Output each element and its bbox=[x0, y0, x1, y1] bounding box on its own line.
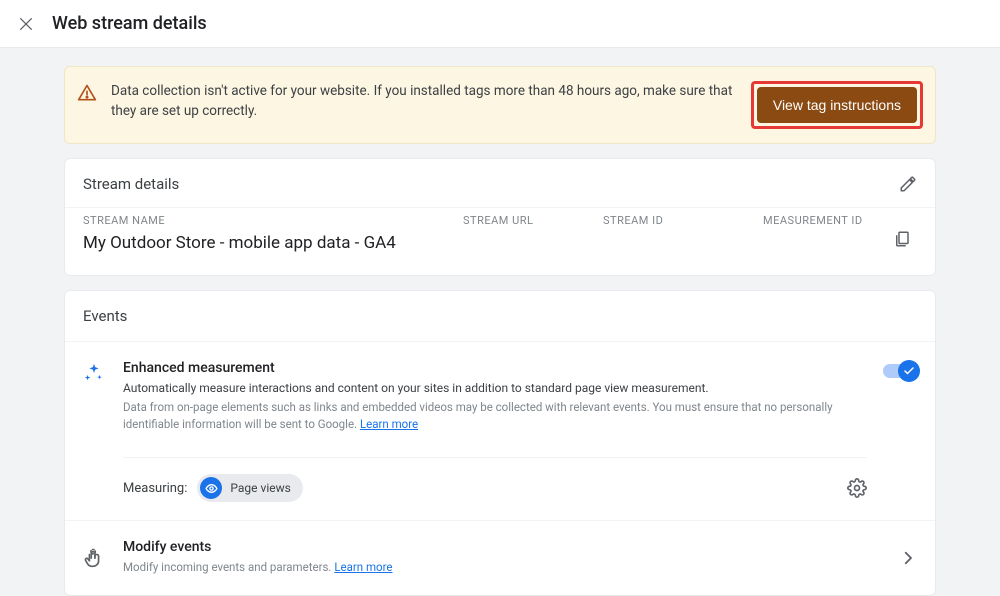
modify-desc-text: Modify incoming events and parameters. bbox=[123, 560, 334, 574]
edit-icon[interactable] bbox=[899, 175, 917, 193]
page-views-chip: Page views bbox=[197, 474, 302, 502]
view-tag-instructions-button[interactable]: View tag instructions bbox=[757, 87, 917, 123]
enhanced-measurement-item: Enhanced measurement Automatically measu… bbox=[65, 341, 935, 520]
topbar: Web stream details bbox=[0, 0, 1000, 48]
events-card: Events Enhanced measurement Automaticall… bbox=[64, 290, 936, 596]
chevron-right-icon bbox=[899, 549, 917, 567]
modify-events-item[interactable]: Modify events Modify incoming events and… bbox=[65, 520, 935, 594]
close-icon[interactable] bbox=[14, 12, 38, 36]
stream-details-card: Stream details STREAM NAME My Outdoor St… bbox=[64, 158, 936, 276]
events-header: Events bbox=[65, 291, 935, 341]
page-title: Web stream details bbox=[52, 13, 207, 34]
label-measurement-id: MEASUREMENT ID bbox=[763, 214, 887, 227]
value-stream-name: My Outdoor Store - mobile app data - GA4 bbox=[83, 233, 463, 253]
label-stream-id: STREAM ID bbox=[603, 214, 753, 227]
measuring-row: Measuring: Page views bbox=[123, 457, 867, 502]
enhanced-learn-more-link[interactable]: Learn more bbox=[360, 417, 418, 431]
gear-icon[interactable] bbox=[847, 478, 867, 498]
modify-learn-more-link[interactable]: Learn more bbox=[334, 560, 392, 574]
eye-icon bbox=[200, 477, 222, 499]
label-stream-name: STREAM NAME bbox=[83, 214, 463, 227]
measuring-label: Measuring: bbox=[123, 481, 187, 496]
stream-row: STREAM NAME My Outdoor Store - mobile ap… bbox=[65, 207, 935, 275]
sparkle-icon bbox=[83, 362, 107, 384]
stream-details-header: Stream details bbox=[65, 159, 935, 207]
enhanced-subtitle: Automatically measure interactions and c… bbox=[123, 380, 867, 397]
copy-icon[interactable] bbox=[893, 230, 911, 248]
stream-details-title: Stream details bbox=[83, 175, 179, 193]
warning-icon bbox=[77, 83, 97, 103]
toggle-knob-check-icon bbox=[898, 360, 920, 382]
enhanced-title: Enhanced measurement bbox=[123, 360, 867, 376]
data-collection-alert: Data collection isn't active for your we… bbox=[64, 66, 936, 144]
enhanced-desc: Data from on-page elements such as links… bbox=[123, 399, 867, 434]
touch-icon bbox=[83, 548, 107, 570]
enhanced-desc-text: Data from on-page elements such as links… bbox=[123, 400, 833, 431]
label-stream-url: STREAM URL bbox=[463, 214, 603, 227]
modify-title: Modify events bbox=[123, 539, 883, 555]
enhanced-toggle[interactable] bbox=[883, 364, 917, 378]
highlight-box: View tag instructions bbox=[751, 81, 923, 129]
chip-label: Page views bbox=[230, 481, 290, 495]
alert-text: Data collection isn't active for your we… bbox=[111, 81, 737, 122]
